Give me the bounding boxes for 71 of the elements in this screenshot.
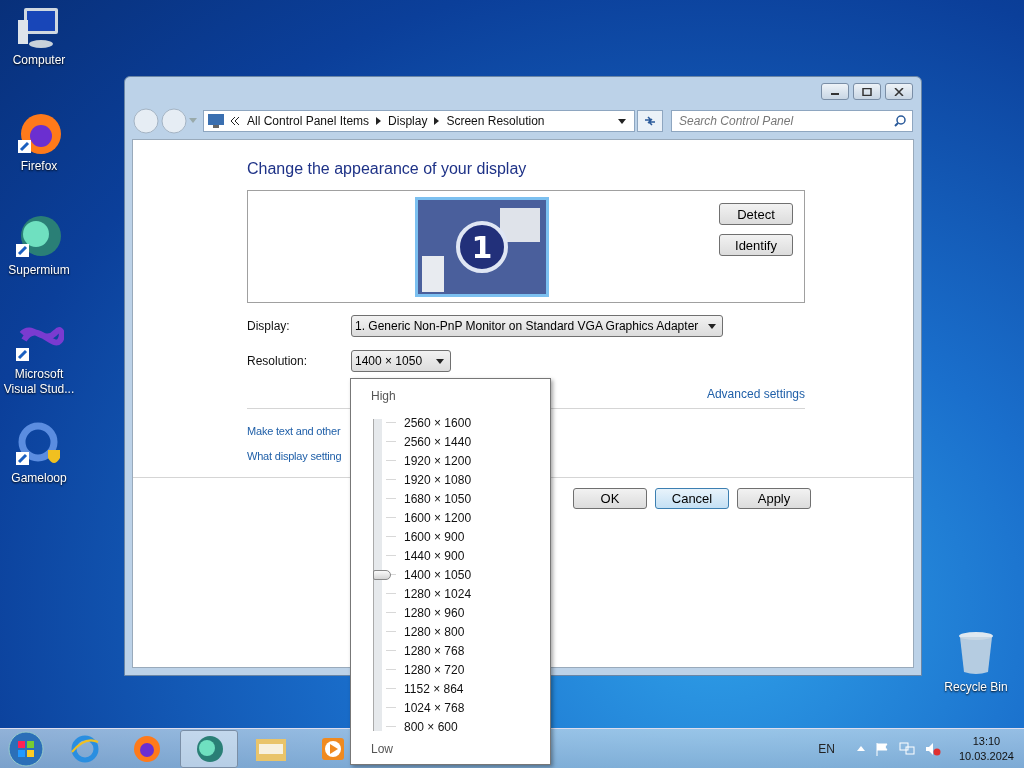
shortcut-sphere-icon[interactable]: [14, 214, 64, 260]
resolution-option[interactable]: 800 × 600: [404, 719, 458, 734]
breadcrumb-item[interactable]: All Control Panel Items: [247, 114, 370, 128]
preview-action-button[interactable]: Detect: [719, 203, 793, 225]
minimize-button[interactable]: [821, 83, 849, 100]
globe-e-icon: [70, 733, 100, 764]
advanced-settings-link[interactable]: Advanced settings: [706, 387, 805, 401]
desktop-icon-label[interactable]: Recycle Bin: [938, 680, 1014, 695]
slider-end-label: High: [371, 389, 396, 403]
field-label: Resolution:: [247, 354, 309, 368]
dialog-button[interactable]: Cancel: [655, 488, 729, 509]
resolution-option[interactable]: 1920 × 1200: [404, 453, 472, 468]
desktop-icon-label[interactable]: Supermium: [1, 263, 77, 278]
taskbar-button[interactable]: [180, 729, 238, 768]
resolution-option[interactable]: 1152 × 864: [404, 681, 464, 696]
sphere-icon: [194, 733, 224, 764]
help-link[interactable]: What display setting: [247, 444, 342, 469]
field-label: Display:: [247, 319, 291, 333]
page-heading: Change the appearance of your display: [247, 160, 528, 178]
breadcrumb-arrow-icon[interactable]: [434, 117, 440, 125]
language-indicator[interactable]: EN: [818, 741, 835, 756]
address-bar[interactable]: All Control Panel Items Display Screen Resolution: [203, 110, 635, 132]
dialog-button[interactable]: OK: [573, 488, 647, 509]
control-panel-icon: [208, 114, 224, 128]
resolution-option[interactable]: 1024 × 768: [404, 700, 465, 715]
desktop-icon-label[interactable]: Microsoft Visual Stud...: [1, 367, 77, 397]
resolution-option[interactable]: 1680 × 1050: [404, 491, 472, 506]
resolution-option[interactable]: 1280 × 960: [404, 605, 465, 620]
search-field[interactable]: Search Control Panel: [671, 110, 913, 132]
refresh-arrows-icon: [643, 115, 657, 127]
recycle-bin-icon[interactable]: [956, 630, 996, 676]
chevron-icon: [231, 117, 240, 125]
resolution-option[interactable]: 1920 × 1080: [404, 472, 472, 487]
resolution-option[interactable]: 2560 × 1600: [404, 415, 472, 430]
dropdown-arrow-icon: [708, 323, 717, 329]
close-icon: [894, 87, 904, 96]
help-link[interactable]: Make text and other: [247, 419, 341, 444]
breadcrumb-item[interactable]: Display: [388, 114, 428, 128]
resolution-dropdown[interactable]: 1400 × 1050: [351, 350, 451, 372]
resolution-option[interactable]: 1280 × 768: [404, 643, 465, 658]
resolution-option[interactable]: 1280 × 1024: [404, 586, 472, 601]
dropdown-arrow-icon[interactable]: [618, 118, 626, 124]
volume-muted-icon[interactable]: [924, 741, 941, 756]
breadcrumb-item[interactable]: Screen Resolution: [446, 114, 545, 128]
start-button[interactable]: [6, 728, 46, 768]
desktop-icon-label[interactable]: Firefox: [1, 159, 77, 174]
refresh-button[interactable]: [637, 110, 663, 132]
resolution-option[interactable]: 2560 × 1440: [404, 434, 472, 449]
dialog-button[interactable]: Apply: [737, 488, 811, 509]
fox-globe-icon: [132, 733, 162, 764]
close-button[interactable]: [885, 83, 913, 100]
resolution-option[interactable]: 1600 × 900: [404, 529, 465, 544]
maximize-icon: [862, 87, 872, 96]
slider-end-label: Low: [371, 742, 393, 756]
maximize-button[interactable]: [853, 83, 881, 100]
monitor-thumbnail[interactable]: 1: [415, 197, 549, 297]
resolution-option[interactable]: 1440 × 900: [404, 548, 465, 563]
resolution-option[interactable]: 1600 × 1200: [404, 510, 472, 525]
resolution-option[interactable]: 1280 × 800: [404, 624, 465, 639]
display-dropdown[interactable]: 1. Generic Non-PnP Monitor on Standard VGA Graphics Adapter: [351, 315, 724, 337]
search-icon[interactable]: [894, 115, 906, 127]
desktop-icon-label[interactable]: Gameloop: [1, 471, 77, 486]
dropdown-arrow-icon: [436, 358, 444, 364]
breadcrumb-arrow-icon[interactable]: [376, 117, 382, 125]
preview-action-button[interactable]: Identify: [719, 234, 793, 256]
play-icon: [321, 736, 345, 761]
resolution-option[interactable]: 1400 × 1050: [404, 567, 472, 582]
resolution-option[interactable]: 1280 × 720: [404, 662, 465, 677]
slider-thumb[interactable]: [373, 570, 391, 580]
desktop-icon-label[interactable]: Computer: [1, 53, 77, 68]
clock[interactable]: 13:10 10.03.2024: [958, 733, 1014, 764]
